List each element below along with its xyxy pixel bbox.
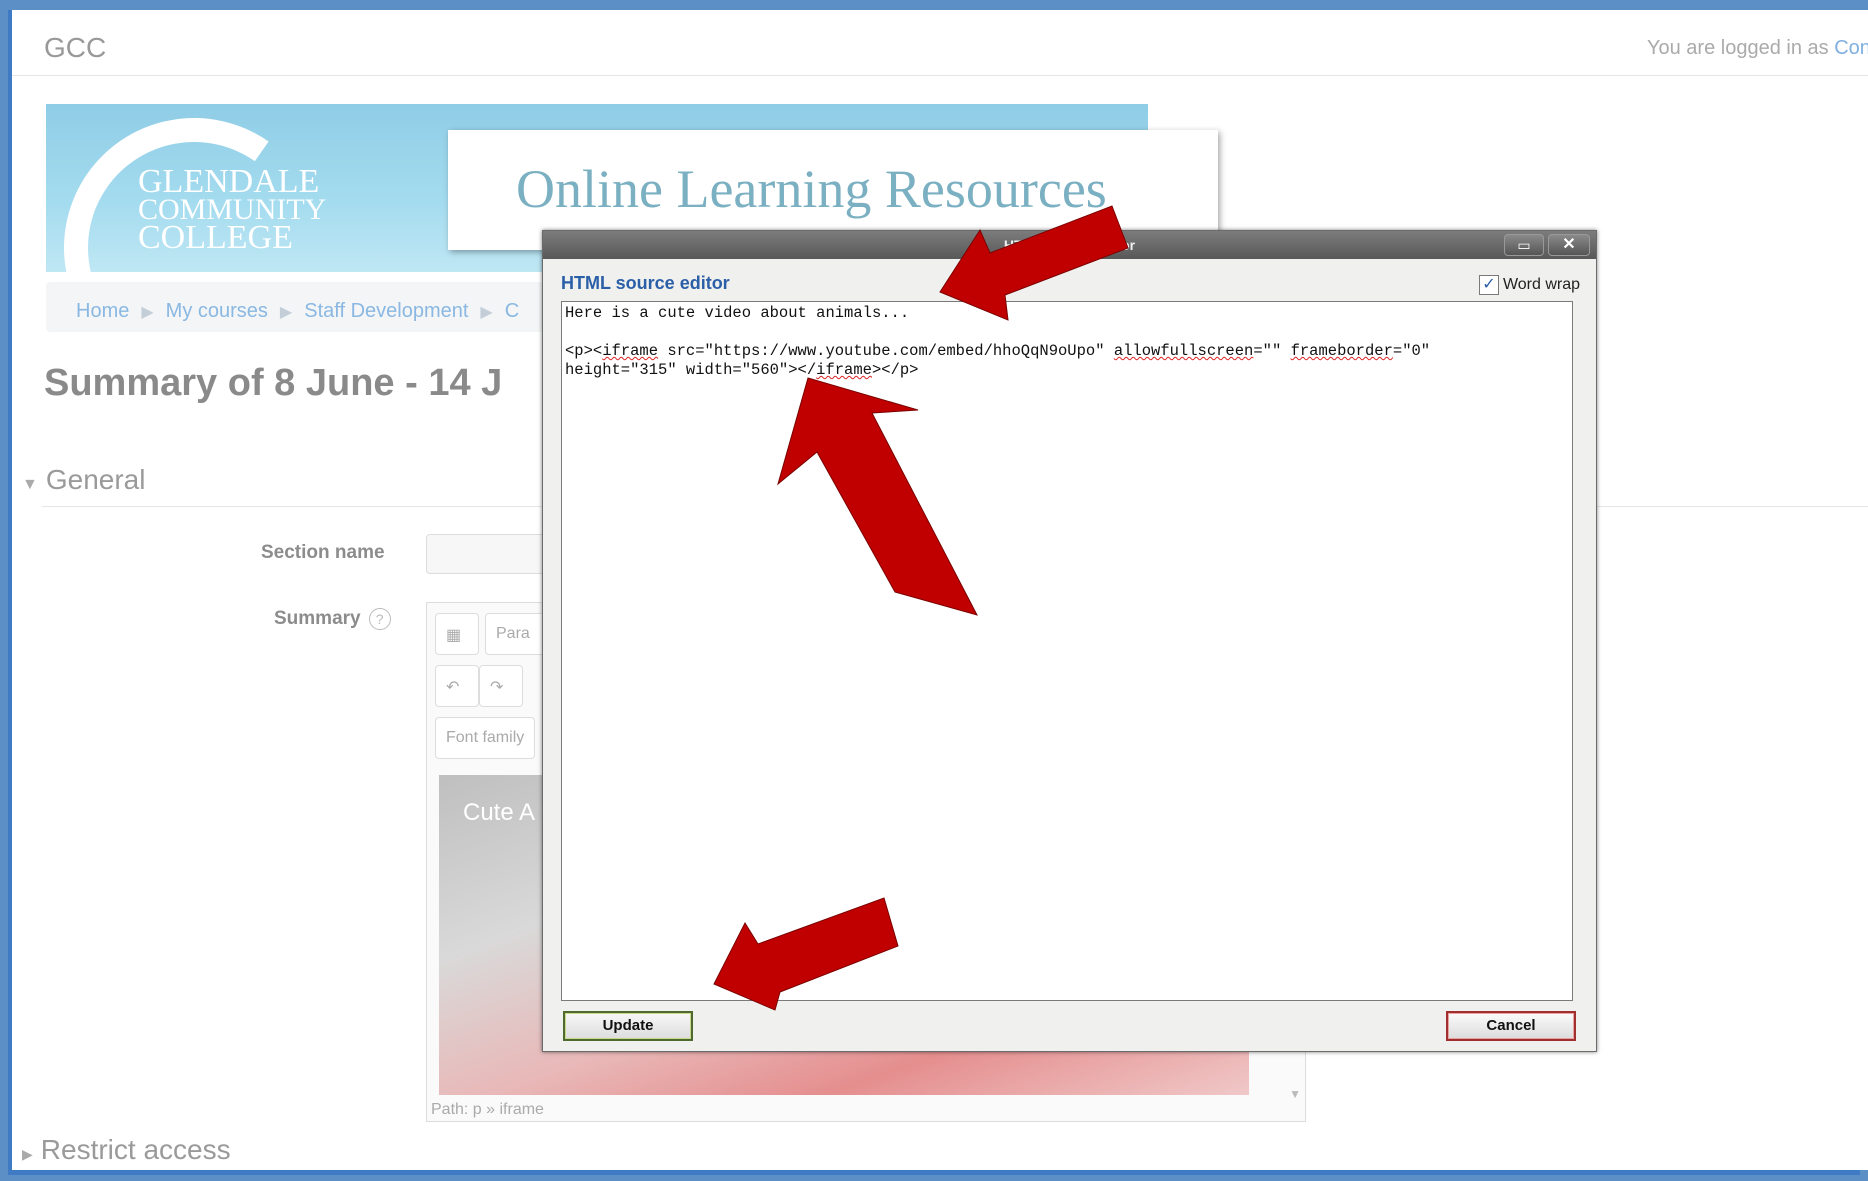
annotation-arrow-middle [777,377,978,616]
annotation-arrow-top [939,205,1129,321]
annotation-arrows [713,205,1129,1011]
annotation-arrow-bottom [713,897,899,1011]
